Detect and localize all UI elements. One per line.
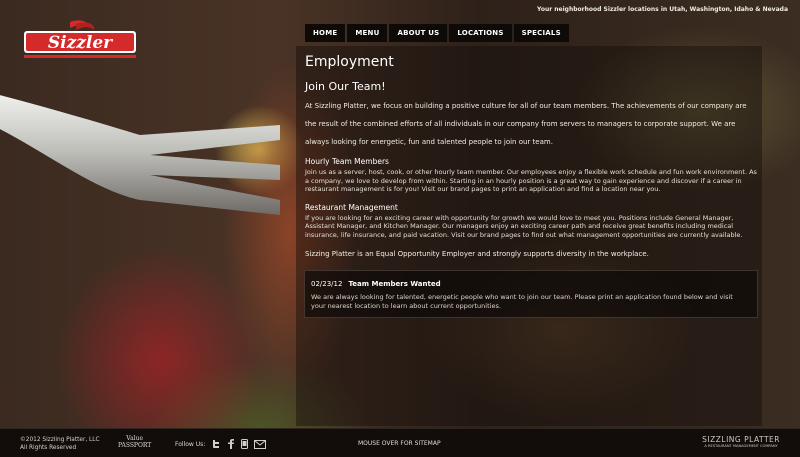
value-passport-link[interactable]: Value PASSPORT (118, 435, 151, 449)
section-heading-management: Restaurant Management (305, 202, 398, 212)
twitter-icon[interactable] (211, 439, 221, 449)
facebook-icon[interactable] (227, 439, 235, 449)
eeo-statement: Sizzing Platter is an Equal Opportunity … (305, 249, 649, 258)
svg-text:Sizzler: Sizzler (48, 33, 113, 53)
follow-label: Follow Us: (175, 440, 206, 448)
section-heading-hourly: Hourly Team Members (305, 157, 389, 166)
page-title: Employment (305, 54, 394, 70)
section-text-hourly: Join us as a server, host, cook, or othe… (305, 168, 757, 194)
social-links: Follow Us: (175, 439, 267, 449)
copyright-line: ©2012 Sizzling Platter, LLC (20, 437, 100, 443)
news-header: 02/23/12 Team Members Wanted (311, 280, 441, 288)
tagline: Your neighborhood Sizzler locations in U… (537, 6, 788, 13)
news-date: 02/23/12 (311, 280, 343, 288)
value-passport-line1: Value (126, 435, 143, 442)
main-nav: HOME MENU ABOUT US LOCATIONS SPECIALS (305, 24, 569, 42)
main-content: Employment Join Our Team! At Sizzling Pl… (305, 54, 757, 258)
rights-line: All Rights Reserved (20, 445, 77, 451)
fork-image (0, 95, 280, 215)
news-box: 02/23/12 Team Members Wanted We are alway… (304, 270, 758, 318)
copyright: ©2012 Sizzling Platter, LLC All Rights R… (20, 436, 100, 452)
sitemap-toggle[interactable]: MOUSE OVER FOR SITEMAP (358, 440, 441, 447)
mobile-icon[interactable] (241, 439, 249, 449)
nav-home[interactable]: HOME (305, 24, 346, 42)
sizzling-platter-logo[interactable]: SIZZLING PLATTER A RESTAURANT MANAGEMENT… (702, 435, 780, 448)
brand-subtitle: A RESTAURANT MANAGEMENT COMPANY (704, 444, 778, 448)
news-title[interactable]: Team Members Wanted (348, 280, 440, 288)
sizzler-logo[interactable]: Sizzler (24, 20, 136, 60)
news-body: We are always looking for talented, ener… (311, 293, 733, 310)
nav-specials[interactable]: SPECIALS (513, 24, 569, 42)
nav-about-us[interactable]: ABOUT US (389, 24, 448, 42)
footer: ©2012 Sizzling Platter, LLC All Rights R… (0, 428, 800, 457)
nav-locations[interactable]: LOCATIONS (449, 24, 512, 42)
value-passport-line2: PASSPORT (118, 442, 152, 449)
brand-name: SIZZLING PLATTER (702, 435, 780, 444)
email-icon[interactable] (254, 439, 267, 449)
nav-menu[interactable]: MENU (347, 24, 388, 42)
page-subtitle: Join Our Team! (305, 80, 386, 93)
section-text-management: If you are looking for an exciting caree… (305, 213, 743, 239)
intro-text: At Sizzling Platter, we focus on buildin… (305, 102, 747, 146)
